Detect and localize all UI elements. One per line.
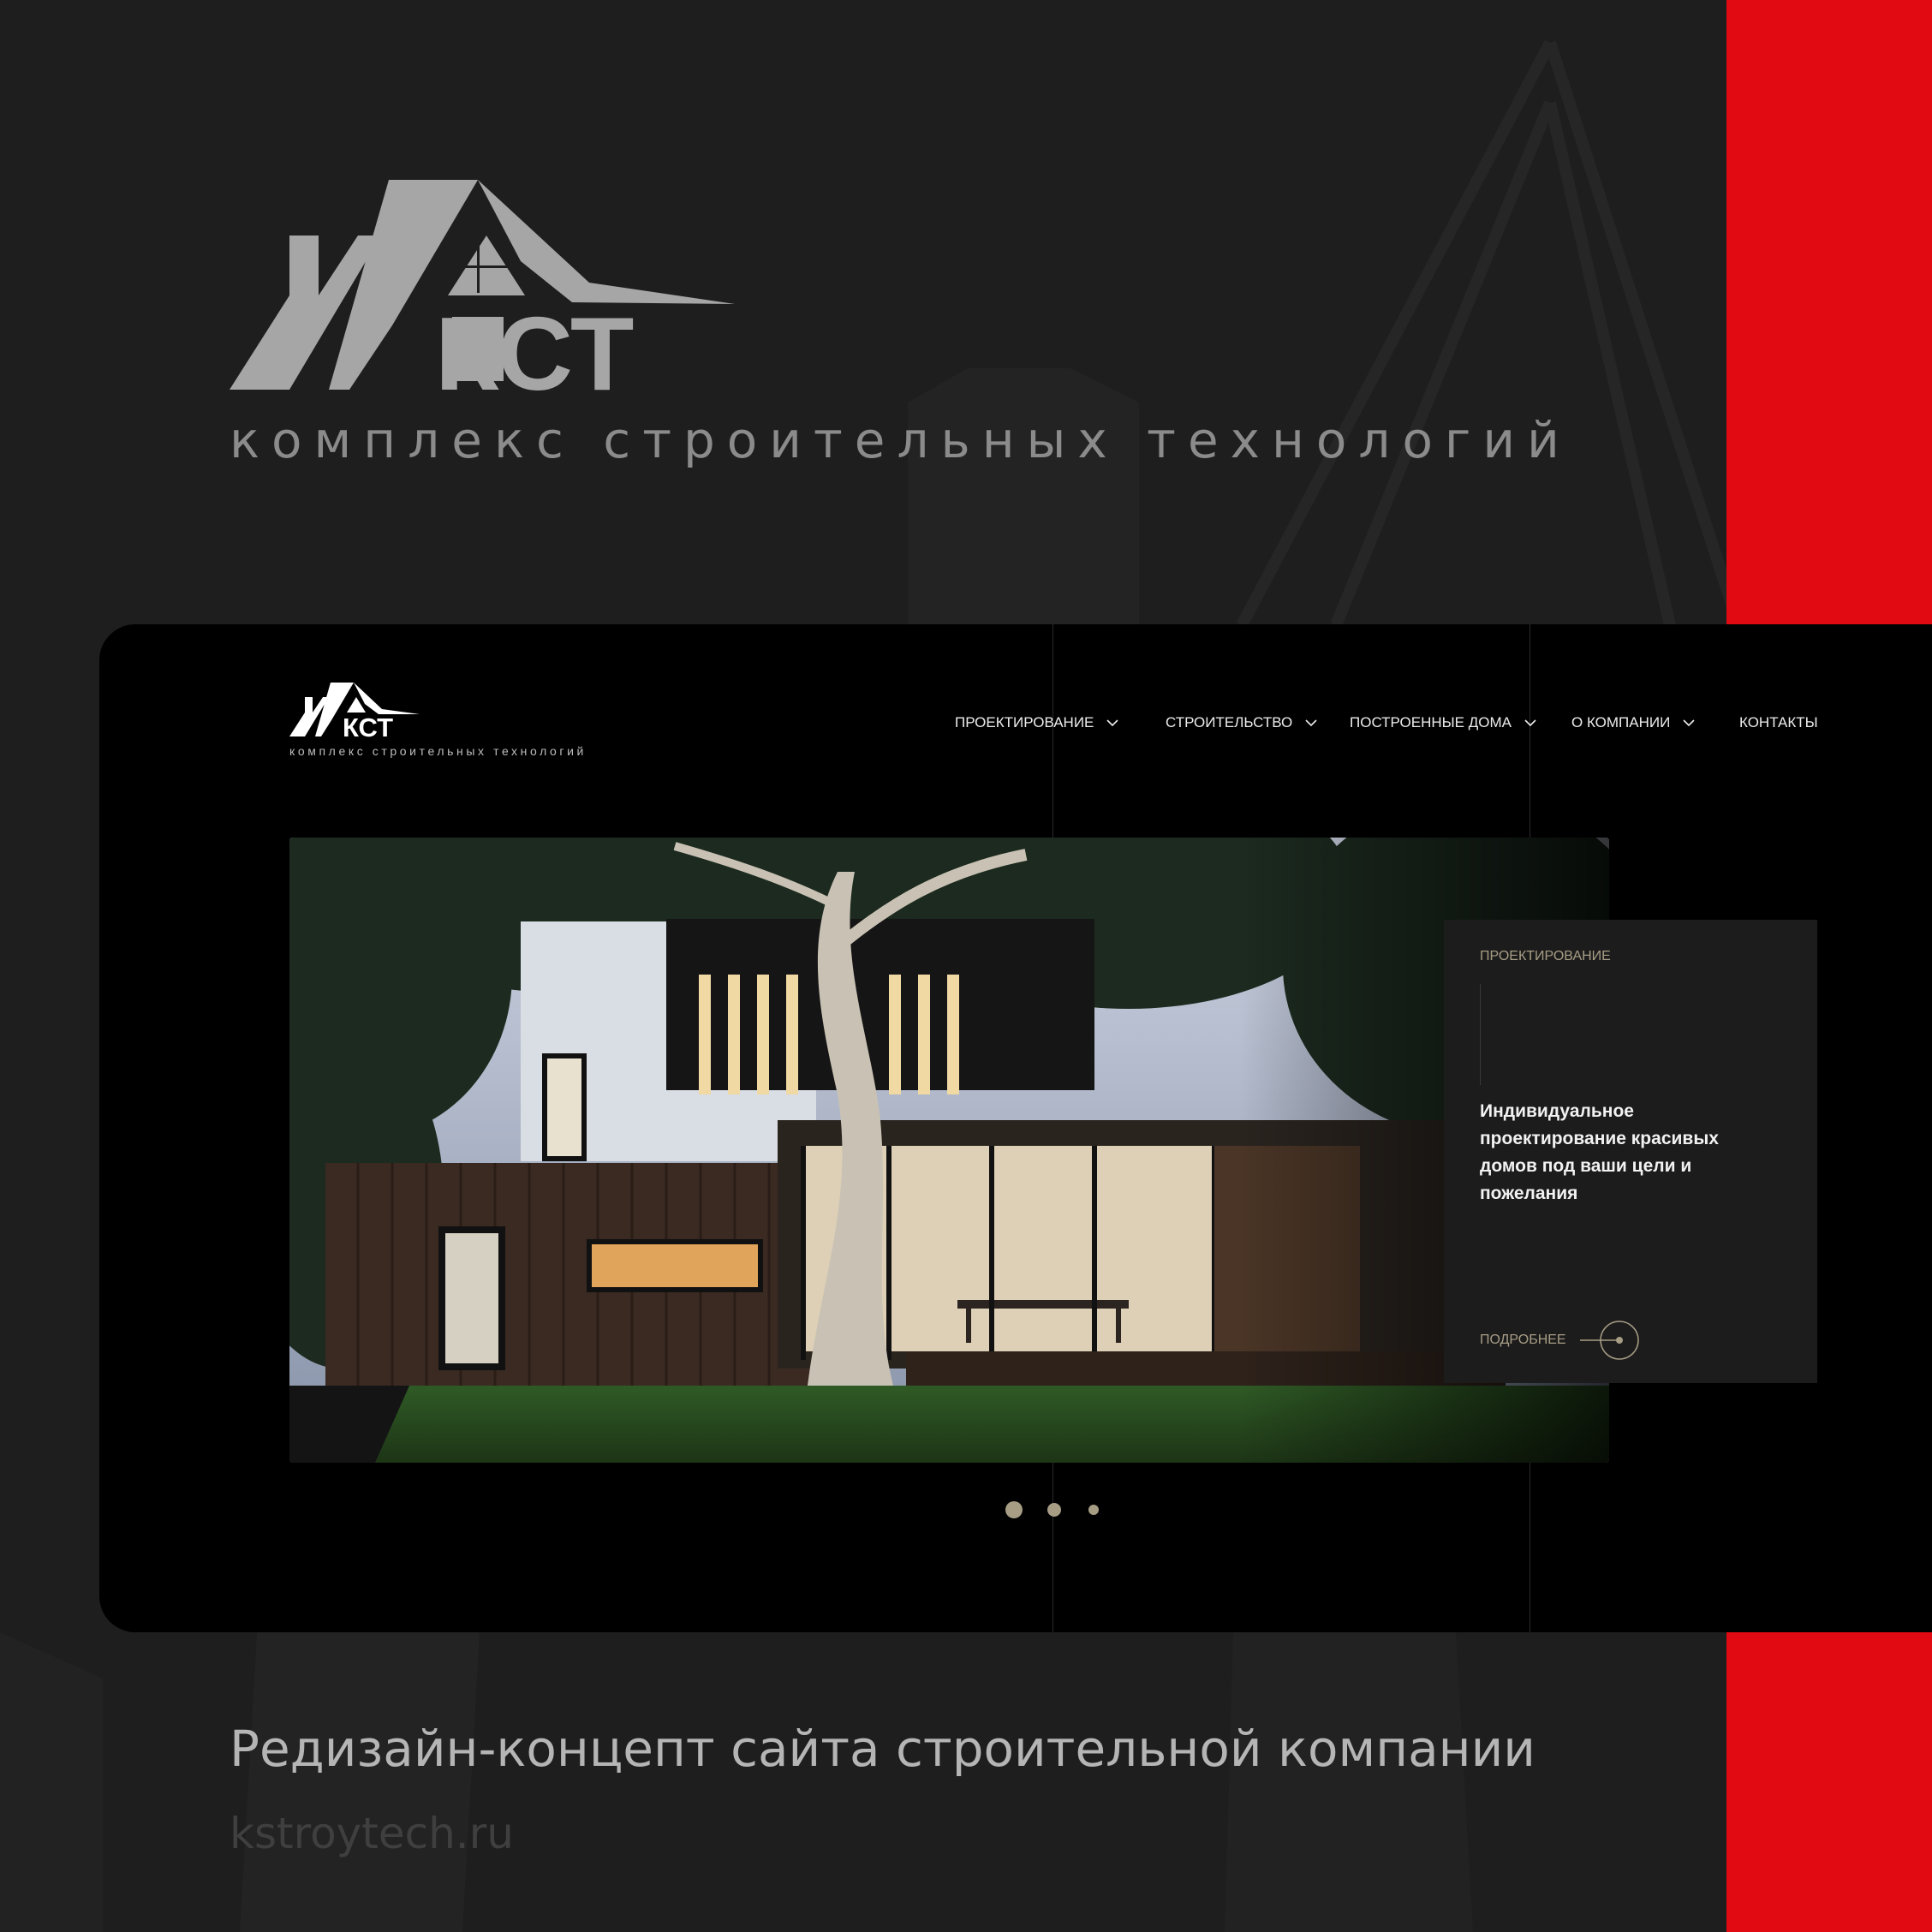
slide-info-card: ПРОЕКТИРОВАНИЕ Индивидуальное проектиров… <box>1444 920 1817 1383</box>
kst-logo-mark: КСТ <box>230 180 735 394</box>
slider-pagination <box>99 1500 1932 1520</box>
hero-slide-image <box>289 838 1609 1463</box>
nav-item-label: ПОСТРОЕННЫЕ ДОМА <box>1350 714 1512 730</box>
svg-text:КСТ: КСТ <box>435 295 634 394</box>
presentation-title: Редизайн-концепт сайта строительной комп… <box>230 1720 1535 1778</box>
more-link-label: ПОДРОБНЕЕ <box>1480 1333 1566 1347</box>
card-heading: Индивидуальное проектирование красивых д… <box>1480 1101 1719 1203</box>
nav-item-contacts[interactable]: КОНТАКТЫ <box>1739 714 1818 731</box>
card-divider <box>1480 984 1481 1085</box>
nav-item-about[interactable]: О КОМПАНИИ <box>1571 714 1696 731</box>
website-mockup: КСТ комплекс строительных технологий ПРО… <box>99 624 1932 1632</box>
nav-item-label: О КОМПАНИИ <box>1571 714 1671 730</box>
arrow-circle-icon <box>1579 1321 1639 1360</box>
nav-item-label: ПРОЕКТИРОВАНИЕ <box>955 714 1094 730</box>
more-link[interactable]: ПОДРОБНЕЕ <box>1480 1319 1642 1362</box>
nav-item-construction[interactable]: СТРОИТЕЛЬСТВО <box>1166 714 1318 731</box>
modern-house-image <box>289 838 1609 1463</box>
nav-item-built-houses[interactable]: ПОСТРОЕННЫЕ ДОМА <box>1350 714 1537 731</box>
slider-dot-active[interactable] <box>1005 1501 1023 1518</box>
nav-item-label: СТРОИТЕЛЬСТВО <box>1166 714 1293 730</box>
card-category: ПРОЕКТИРОВАНИЕ <box>1480 949 1611 963</box>
chevron-down-icon <box>1524 719 1536 727</box>
nav-item-label: КОНТАКТЫ <box>1739 714 1818 730</box>
chevron-down-icon <box>1683 719 1695 727</box>
chevron-down-icon <box>1106 719 1118 727</box>
hero-tagline: комплекс строительных технологий <box>230 411 1571 469</box>
slider-dot[interactable] <box>1047 1503 1061 1517</box>
site-tagline: комплекс строительных технологий <box>289 744 587 758</box>
nav-item-design[interactable]: ПРОЕКТИРОВАНИЕ <box>955 714 1119 731</box>
hero-logo: КСТ <box>230 176 736 394</box>
slider-dot[interactable] <box>1088 1505 1099 1515</box>
site-url: kstroytech.ru <box>230 1809 514 1858</box>
main-nav: ПРОЕКТИРОВАНИЕ СТРОИТЕЛЬСТВО ПОСТРОЕННЫЕ… <box>99 714 1932 740</box>
chevron-down-icon <box>1305 719 1317 727</box>
